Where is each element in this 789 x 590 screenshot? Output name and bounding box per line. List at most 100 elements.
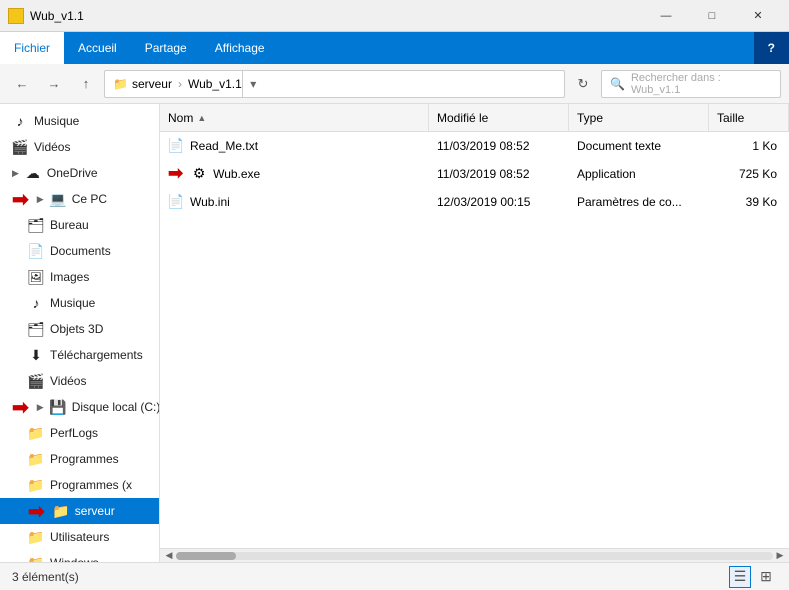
cell-name-readme: 📄Read_Me.txt bbox=[160, 138, 429, 154]
perflogs-icon: 📁 bbox=[28, 425, 44, 441]
minimize-button[interactable]: — bbox=[643, 0, 689, 32]
address-bar: ← → ↑ 📁 serveur › Wub_v1.1 ▾ ↻ 🔍 Recherc… bbox=[0, 64, 789, 104]
col-header-nom[interactable]: Nom ▲ bbox=[160, 104, 429, 131]
path-segment-wub: Wub_v1.1 bbox=[188, 77, 242, 91]
tab-accueil[interactable]: Accueil bbox=[64, 32, 131, 64]
sidebar-label: Objets 3D bbox=[50, 322, 103, 336]
title-bar: Wub_v1.1 — □ ✕ bbox=[0, 0, 789, 32]
path-segment-serveur: serveur bbox=[132, 77, 172, 91]
sidebar-item-musique[interactable]: ♪Musique bbox=[0, 108, 159, 134]
sidebar-label: Programmes bbox=[50, 452, 119, 466]
scroll-track[interactable] bbox=[176, 552, 773, 560]
sidebar-label: Images bbox=[50, 270, 89, 284]
bureau-icon: 🗂 bbox=[28, 217, 44, 233]
sidebar-item-musique2[interactable]: ♪Musique bbox=[0, 290, 159, 316]
back-button[interactable]: ← bbox=[8, 70, 36, 98]
images-icon: 🖼 bbox=[28, 269, 44, 285]
sidebar-item-telechargements[interactable]: ⬇ Téléchargements bbox=[0, 342, 159, 368]
cell-name-wubexe: ➡⚙Wub.exe bbox=[160, 163, 429, 184]
file-name: Wub.ini bbox=[190, 195, 230, 209]
wubini-icon: 📄 bbox=[168, 194, 184, 210]
sidebar-label: Documents bbox=[50, 244, 111, 258]
windows-icon: 📁 bbox=[28, 555, 44, 562]
expand-arrow-icon: ▶ bbox=[37, 194, 44, 205]
detail-view-button[interactable]: ☰ bbox=[729, 566, 751, 588]
cell-date-readme: 11/03/2019 08:52 bbox=[429, 139, 569, 153]
programmes-icon: 📁 bbox=[28, 451, 44, 467]
path-dropdown-button[interactable]: ▾ bbox=[242, 70, 264, 98]
red-arrow-icon: ➡ bbox=[12, 187, 29, 212]
ribbon: Fichier Accueil Partage Affichage ? bbox=[0, 32, 789, 64]
file-row-wubini[interactable]: 📄 Wub.ini 12/03/2019 00:15Paramètres de co… bbox=[160, 188, 789, 216]
cell-type-wubini: Paramètres de co... bbox=[569, 195, 709, 209]
status-bar: 3 élément(s) ☰ ⊞ bbox=[0, 562, 789, 590]
close-button[interactable]: ✕ bbox=[735, 0, 781, 32]
refresh-button[interactable]: ↻ bbox=[569, 70, 597, 98]
utilisateurs-icon: 📁 bbox=[28, 529, 44, 545]
programmesx-icon: 📁 bbox=[28, 477, 44, 493]
file-list: 📄Read_Me.txt11/03/2019 08:52Document tex… bbox=[160, 132, 789, 548]
sidebar-label: Téléchargements bbox=[50, 348, 143, 362]
sidebar: ♪Musique🎬Vidéos▶☁OneDrive➡▶💻Ce PC🗂Bureau… bbox=[0, 104, 160, 562]
cell-date-wubexe: 11/03/2019 08:52 bbox=[429, 167, 569, 181]
sidebar-item-cepc[interactable]: ➡▶💻Ce PC bbox=[0, 186, 159, 212]
expand-arrow-icon: ▶ bbox=[12, 168, 19, 179]
search-box[interactable]: 🔍 Rechercher dans : Wub_v1.1 bbox=[601, 70, 781, 98]
sidebar-item-onedrive[interactable]: ▶☁OneDrive bbox=[0, 160, 159, 186]
sidebar-item-serveur[interactable]: ➡📁serveur bbox=[0, 498, 159, 524]
view-controls: ☰ ⊞ bbox=[729, 566, 777, 588]
expand-arrow-icon: ▶ bbox=[37, 402, 44, 413]
red-arrow-icon: ➡ bbox=[28, 499, 45, 524]
sidebar-item-videos2[interactable]: 🎬Vidéos bbox=[0, 368, 159, 394]
tab-fichier[interactable]: Fichier bbox=[0, 32, 64, 64]
cell-size-readme: 1 Ko bbox=[709, 139, 789, 153]
videos-icon: 🎬 bbox=[12, 139, 28, 155]
file-row-readme[interactable]: 📄Read_Me.txt11/03/2019 08:52Document tex… bbox=[160, 132, 789, 160]
scroll-thumb[interactable] bbox=[176, 552, 236, 560]
sidebar-item-perflogs[interactable]: 📁PerfLogs bbox=[0, 420, 159, 446]
address-path[interactable]: 📁 serveur › Wub_v1.1 ▾ bbox=[104, 70, 565, 98]
sidebar-label: Utilisateurs bbox=[50, 530, 109, 544]
sidebar-item-images[interactable]: 🖼 Images bbox=[0, 264, 159, 290]
sidebar-item-videos[interactable]: 🎬 Vidéos bbox=[0, 134, 159, 160]
cell-date-wubini: 12/03/2019 00:15 bbox=[429, 195, 569, 209]
cell-name-wubini: 📄 Wub.ini bbox=[160, 194, 429, 210]
file-name: Wub.exe bbox=[213, 167, 260, 181]
sidebar-label: Vidéos bbox=[34, 140, 70, 154]
main-content: ♪Musique🎬Vidéos▶☁OneDrive➡▶💻Ce PC🗂Bureau… bbox=[0, 104, 789, 562]
sidebar-item-disqueC[interactable]: ➡▶💾Disque local (C:) bbox=[0, 394, 159, 420]
title-bar-controls: — □ ✕ bbox=[643, 0, 781, 32]
tile-view-button[interactable]: ⊞ bbox=[755, 566, 777, 588]
breadcrumb: 📁 serveur › Wub_v1.1 bbox=[113, 77, 242, 91]
sidebar-item-bureau[interactable]: 🗂Bureau bbox=[0, 212, 159, 238]
col-header-taille[interactable]: Taille bbox=[709, 104, 789, 131]
up-button[interactable]: ↑ bbox=[72, 70, 100, 98]
objets3d-icon: 🗂 bbox=[28, 321, 44, 337]
sort-arrow-nom: ▲ bbox=[197, 113, 206, 123]
tab-affichage[interactable]: Affichage bbox=[201, 32, 279, 64]
help-button[interactable]: ? bbox=[754, 32, 789, 64]
col-header-type[interactable]: Type bbox=[569, 104, 709, 131]
disqueC-icon: 💾 bbox=[50, 399, 66, 415]
documents-icon: 📄 bbox=[28, 243, 44, 259]
forward-button[interactable]: → bbox=[40, 70, 68, 98]
scroll-right-button[interactable]: ▶ bbox=[773, 549, 787, 563]
sidebar-item-utilisateurs[interactable]: 📁 Utilisateurs bbox=[0, 524, 159, 550]
tab-partage[interactable]: Partage bbox=[131, 32, 201, 64]
onedrive-icon: ☁ bbox=[25, 165, 41, 181]
scroll-left-button[interactable]: ◀ bbox=[162, 549, 176, 563]
readme-icon: 📄 bbox=[168, 138, 184, 154]
telechargements-icon: ⬇ bbox=[28, 347, 44, 363]
sidebar-item-programmesx[interactable]: 📁Programmes (x bbox=[0, 472, 159, 498]
sidebar-label: Vidéos bbox=[50, 374, 86, 388]
file-row-wubexe[interactable]: ➡⚙Wub.exe11/03/2019 08:52Application725 … bbox=[160, 160, 789, 188]
sidebar-item-programmes[interactable]: 📁 Programmes bbox=[0, 446, 159, 472]
maximize-button[interactable]: □ bbox=[689, 0, 735, 32]
folder-icon bbox=[8, 8, 24, 24]
sidebar-item-documents[interactable]: 📄 Documents bbox=[0, 238, 159, 264]
sidebar-item-windows[interactable]: 📁Windows bbox=[0, 550, 159, 562]
sidebar-item-objets3d[interactable]: 🗂 Objets 3D bbox=[0, 316, 159, 342]
col-header-modifie[interactable]: Modifié le bbox=[429, 104, 569, 131]
red-arrow-icon: ➡ bbox=[168, 163, 183, 184]
horizontal-scrollbar[interactable]: ◀ ▶ bbox=[160, 548, 789, 562]
